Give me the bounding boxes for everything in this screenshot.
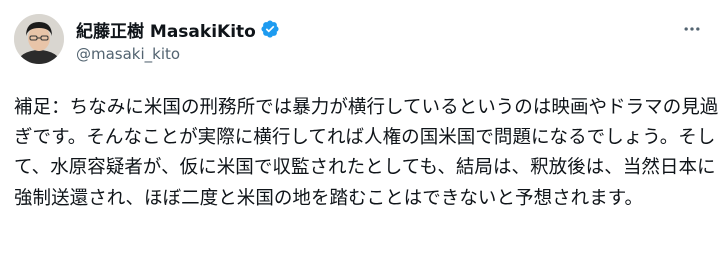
user-handle[interactable]: @masaki_kito: [76, 45, 665, 63]
name-row: 紀藤正樹 MasakiKito: [76, 17, 665, 42]
tweet-header: 紀藤正樹 MasakiKito @masaki_kito: [76, 18, 665, 63]
verified-badge-icon: [260, 19, 280, 39]
tweet-text: 補足：ちなみに米国の刑務所では暴力が横行しているというのは映画やドラマの見過ぎで…: [14, 97, 719, 209]
avatar[interactable]: [14, 14, 64, 64]
display-name[interactable]: 紀藤正樹 MasakiKito: [76, 17, 256, 42]
tweet-card: 紀藤正樹 MasakiKito @masaki_kito 補足：ちなみに米国の刑…: [0, 0, 725, 266]
avatar-image: [14, 14, 64, 64]
more-options-icon[interactable]: [675, 12, 709, 46]
